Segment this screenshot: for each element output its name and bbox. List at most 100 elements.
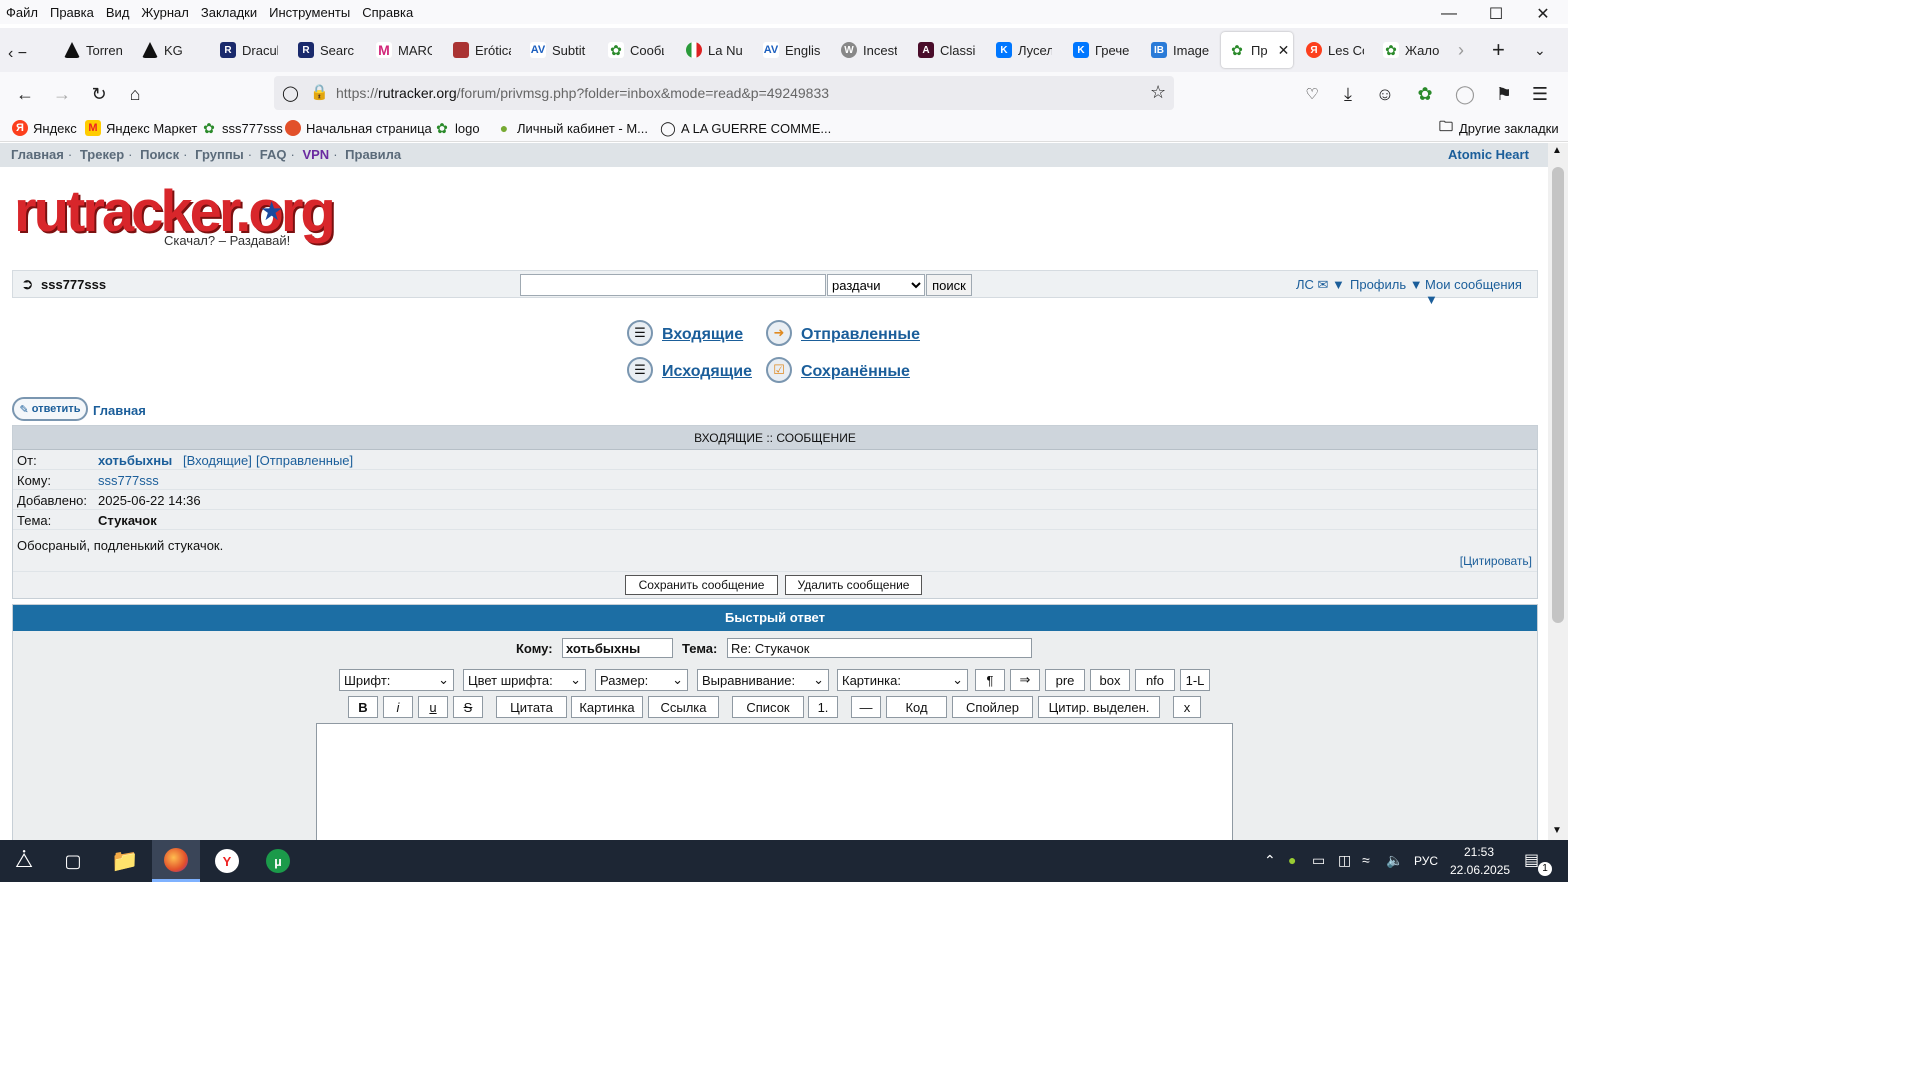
tray-app-icon[interactable]: ● bbox=[1288, 852, 1296, 868]
numbered-list-button[interactable]: 1. bbox=[808, 696, 838, 718]
list-tabs-icon[interactable]: ⌄ bbox=[1534, 32, 1554, 68]
reply-to-input[interactable]: хотьбыхны bbox=[562, 638, 673, 658]
language-indicator[interactable]: РУС bbox=[1414, 854, 1438, 868]
bookmark-guerre[interactable]: ◯ A LA GUERRE COMME... bbox=[660, 120, 831, 136]
tab-18[interactable]: ✿ Жало bbox=[1383, 32, 1441, 68]
globe-icon[interactable]: ◯ bbox=[1451, 80, 1479, 108]
file-explorer-icon[interactable]: 📁 bbox=[101, 840, 149, 882]
one-l-button[interactable]: 1-L bbox=[1180, 669, 1210, 691]
search-input[interactable] bbox=[520, 274, 826, 296]
link-button[interactable]: Ссылка bbox=[648, 696, 719, 718]
tab-7[interactable]: AV Subtit bbox=[530, 32, 590, 68]
bookmark-yandex-market[interactable]: M Яндекс Маркет bbox=[85, 120, 197, 136]
tab-active[interactable]: ✿ Пр ✕ bbox=[1221, 32, 1293, 68]
my-posts-link[interactable]: Мои сообщения ▼ bbox=[1425, 277, 1537, 307]
device-icon[interactable]: ◫ bbox=[1338, 852, 1351, 869]
new-tab-icon[interactable]: + bbox=[1492, 32, 1516, 68]
quote-link[interactable]: [Цитировать] bbox=[1460, 554, 1532, 568]
quote-selection-button[interactable]: Цитир. выделен. bbox=[1038, 696, 1160, 718]
rutracker-extension-icon[interactable]: ✿ bbox=[1411, 80, 1439, 108]
tab-17[interactable]: ЯLes Co bbox=[1306, 32, 1364, 68]
close-tags-button[interactable]: x bbox=[1173, 696, 1201, 718]
bookmark-sss777sss[interactable]: ✿ sss777sss bbox=[201, 120, 283, 136]
tab-8[interactable]: ✿Сообщ bbox=[608, 32, 664, 68]
list-button[interactable]: Список bbox=[732, 696, 804, 718]
delete-message-button[interactable]: Удалить сообщение bbox=[785, 575, 922, 595]
pm-link[interactable]: ЛС ✉ ▼ bbox=[1296, 277, 1345, 293]
menu-help[interactable]: Справка bbox=[356, 5, 419, 20]
profile-link[interactable]: Профиль ▼ bbox=[1350, 277, 1423, 292]
image-select[interactable]: Картинка: ⌄ bbox=[837, 669, 968, 691]
menu-history[interactable]: Журнал bbox=[135, 5, 194, 20]
search-button[interactable]: поиск bbox=[926, 274, 972, 296]
tray-expand-icon[interactable]: ⌃ bbox=[1264, 852, 1276, 869]
nav-groups[interactable]: Группы bbox=[195, 147, 244, 162]
pre-button[interactable]: pre bbox=[1045, 669, 1085, 691]
scroll-thumb[interactable] bbox=[1552, 167, 1564, 623]
firefox-taskbar-icon[interactable] bbox=[152, 840, 200, 882]
strike-button[interactable]: S bbox=[453, 696, 483, 718]
nfo-button[interactable]: nfo bbox=[1135, 669, 1175, 691]
tab-14[interactable]: K Грече bbox=[1073, 32, 1131, 68]
menu-edit[interactable]: Правка bbox=[44, 5, 100, 20]
page-scrollbar[interactable]: ▲ ▼ bbox=[1548, 143, 1568, 840]
tab-scroll-left-icon[interactable]: ‹ − bbox=[8, 36, 48, 72]
tab-6[interactable]: Erótica bbox=[453, 32, 511, 68]
bookmark-yandex[interactable]: Я Яндекс bbox=[12, 120, 77, 136]
extensions-icon[interactable]: ⚑ bbox=[1490, 80, 1518, 108]
from-sent-link[interactable]: [Отправленные] bbox=[256, 453, 353, 468]
back-icon[interactable]: ← bbox=[11, 80, 39, 108]
reply-button[interactable]: ✎ ответить bbox=[12, 397, 88, 421]
site-logo[interactable]: rutracker.org ★ Скачал? – Раздавай! bbox=[14, 178, 344, 254]
nav-search[interactable]: Поиск bbox=[140, 147, 179, 162]
from-user-link[interactable]: хотьбыхны bbox=[98, 453, 172, 468]
from-inbox-link[interactable]: [Входящие] bbox=[183, 453, 252, 468]
align-select[interactable]: Выравнивание: ⌄ bbox=[697, 669, 829, 691]
battery-icon[interactable]: ▭ bbox=[1312, 852, 1325, 869]
image-button[interactable]: Картинка bbox=[571, 696, 643, 718]
yandex-browser-taskbar-icon[interactable]: Y bbox=[203, 840, 251, 882]
url-text[interactable]: https://rutracker.org/forum/privmsg.php?… bbox=[336, 85, 829, 101]
underline-button[interactable]: u bbox=[418, 696, 448, 718]
tab-13[interactable]: K Лусел bbox=[996, 32, 1052, 68]
nav-vpn[interactable]: VPN bbox=[302, 147, 329, 162]
size-select[interactable]: Размер: ⌄ bbox=[595, 669, 688, 691]
bookmark-account[interactable]: ● Личный кабинет - М... bbox=[496, 120, 648, 136]
notifications-icon[interactable]: ▤ bbox=[1524, 850, 1539, 870]
tab-1[interactable]: Torren bbox=[64, 32, 124, 68]
folder-sent[interactable]: Отправленные bbox=[801, 326, 920, 344]
pocket-icon[interactable]: ♡ bbox=[1298, 80, 1326, 108]
menu-hamburger-icon[interactable]: ☰ bbox=[1526, 80, 1554, 108]
tab-9[interactable]: La Nu bbox=[686, 32, 742, 68]
folder-inbox[interactable]: Входящие bbox=[662, 326, 743, 344]
save-message-button[interactable]: Сохранить сообщение bbox=[625, 575, 778, 595]
other-bookmarks[interactable]: 🗀 Другие закладки bbox=[1438, 118, 1559, 136]
tab-4[interactable]: RSearch bbox=[298, 32, 354, 68]
tab-5[interactable]: M MARG bbox=[376, 32, 432, 68]
tab-11[interactable]: W Incest bbox=[841, 32, 897, 68]
tab-10[interactable]: AV Englis bbox=[763, 32, 821, 68]
tab-15[interactable]: IB Image bbox=[1151, 32, 1209, 68]
menu-file[interactable]: Файл bbox=[0, 5, 44, 20]
hr-button[interactable]: — bbox=[851, 696, 881, 718]
username[interactable]: sss777sss bbox=[41, 277, 106, 292]
minimize-icon[interactable]: — bbox=[1426, 0, 1472, 28]
address-bar[interactable]: ◯ 🔒 https://rutracker.org/forum/privmsg.… bbox=[274, 76, 1174, 110]
breadcrumb-home[interactable]: Главная bbox=[93, 403, 146, 418]
reply-subject-input[interactable]: Re: Стукачок bbox=[727, 638, 1032, 658]
nav-rules[interactable]: Правила bbox=[345, 147, 401, 162]
home-icon[interactable]: ⌂ bbox=[121, 80, 149, 108]
font-color-select[interactable]: Цвет шрифта: ⌄ bbox=[463, 669, 586, 691]
downloads-icon[interactable]: ⤓ bbox=[1334, 80, 1362, 108]
scroll-down-icon[interactable]: ▼ bbox=[1552, 825, 1562, 836]
folder-outbox[interactable]: Исходящие bbox=[662, 363, 752, 381]
bookmark-logo[interactable]: ✿ logo bbox=[434, 120, 479, 136]
reload-icon[interactable]: ↻ bbox=[85, 80, 113, 108]
clock-date[interactable]: 22.06.2025 bbox=[1450, 863, 1510, 877]
logout-icon[interactable]: ➲ bbox=[21, 275, 34, 293]
bold-button[interactable]: B bbox=[348, 696, 378, 718]
menu-tools[interactable]: Инструменты bbox=[263, 5, 356, 20]
tab-12[interactable]: AClassic bbox=[918, 32, 976, 68]
code-button[interactable]: Код bbox=[886, 696, 947, 718]
to-user-link[interactable]: sss777sss bbox=[98, 473, 159, 488]
